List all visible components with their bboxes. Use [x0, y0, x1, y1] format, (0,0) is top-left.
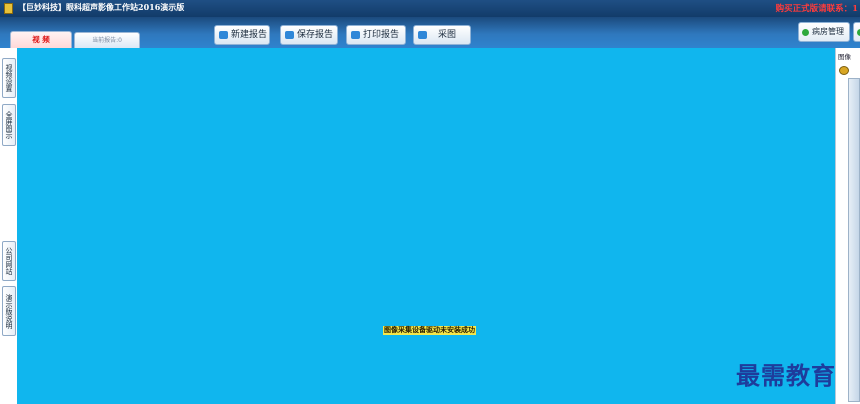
watermark: 最需教育: [736, 361, 836, 390]
vtab-demo-notes[interactable]: 演示版说明: [2, 286, 16, 336]
left-tab-strip: 视频设置 全屏图示 公司网站 演示版说明: [0, 48, 17, 404]
ward-management-button[interactable]: 病房管理: [798, 22, 850, 42]
video-viewport[interactable]: 图像采集设备驱动未安装成功: [17, 48, 835, 404]
ward-management-label: 病房管理: [812, 27, 844, 36]
capture-button[interactable]: 采图: [413, 25, 471, 45]
title-bar: 【巨妙科技】眼科超声影像工作站2016演示版 购买正式版请联系：1: [0, 0, 860, 17]
purchase-notice: 购买正式版请联系：1: [775, 4, 858, 14]
new-report-button[interactable]: 新建报告: [214, 25, 270, 45]
capture-icon: [418, 31, 427, 39]
print-report-icon: [351, 31, 360, 39]
tab-current-report[interactable]: 当前报告:0: [74, 32, 140, 48]
save-report-icon: [285, 31, 294, 39]
tab-video[interactable]: 视 频: [10, 31, 72, 48]
new-report-icon: [219, 31, 228, 39]
app-icon: [4, 3, 13, 14]
extra-toolbar-button[interactable]: [853, 22, 860, 42]
print-report-label: 打印报告: [363, 30, 400, 40]
tab-toolbar-band: 视 频 当前报告:0 新建报告 保存报告 打印报告 采图 病房管理: [0, 17, 860, 48]
capture-label: 采图: [438, 30, 457, 40]
right-image-panel: 图像: [835, 48, 860, 404]
save-report-button[interactable]: 保存报告: [280, 25, 338, 45]
vtab-company-website[interactable]: 公司网站: [2, 241, 16, 281]
ward-status-icon: [802, 29, 809, 36]
image-panel-scrollbar[interactable]: [848, 78, 860, 402]
vtab-video-settings[interactable]: 视频设置: [2, 58, 16, 98]
driver-status-message: 图像采集设备驱动未安装成功: [383, 326, 476, 335]
image-panel-header: 图像: [838, 53, 851, 61]
new-report-label: 新建报告: [231, 30, 268, 40]
window-title: 【巨妙科技】眼科超声影像工作站2016演示版: [18, 2, 185, 12]
save-report-label: 保存报告: [297, 30, 334, 40]
image-panel-icon[interactable]: [839, 66, 849, 75]
vtab-full-screen-image[interactable]: 全屏图示: [2, 104, 16, 146]
print-report-button[interactable]: 打印报告: [346, 25, 406, 45]
